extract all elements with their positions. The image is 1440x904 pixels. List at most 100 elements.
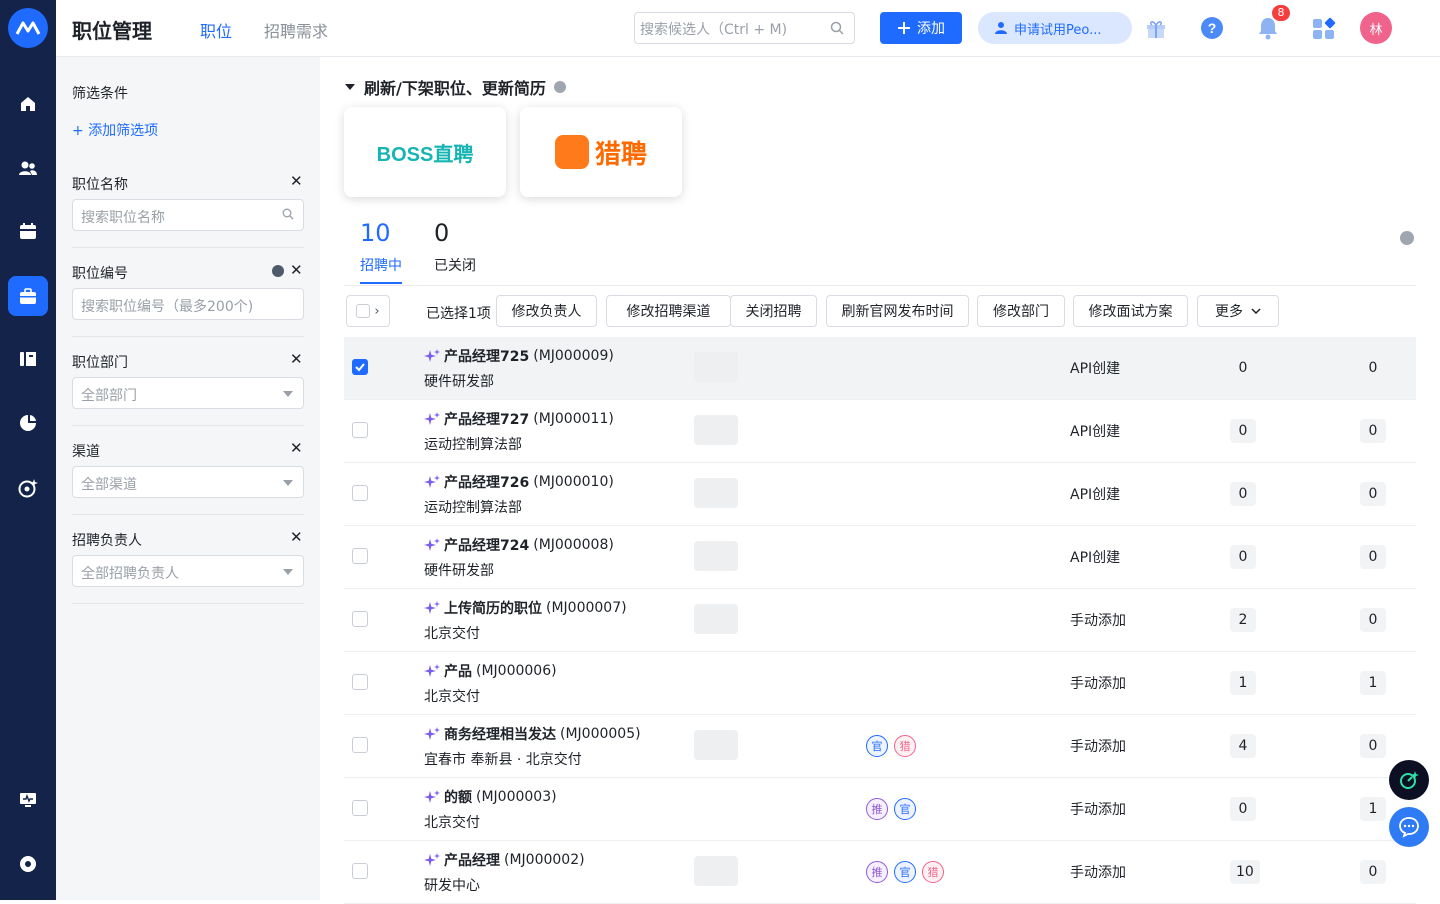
tab-jobs[interactable]: 职位 [200, 18, 232, 42]
channel-select[interactable]: 全部渠道 [72, 466, 304, 498]
table-row[interactable]: 产品经理 (MJ000002) 研发中心 推官猎 手动添加 10 0 [344, 841, 1416, 904]
job-code-search-input[interactable]: 搜索职位编号（最多200个) [72, 288, 304, 320]
count-cell[interactable]: 0 [1230, 482, 1256, 506]
users-icon[interactable] [8, 148, 48, 188]
liepin-logo: 猎聘 [594, 139, 647, 170]
briefcase-icon[interactable] [8, 276, 48, 316]
section-header[interactable]: 刷新/下架职位、更新简历 [344, 75, 566, 99]
table-row[interactable]: 产品经理726 (MJ000010) 运动控制算法部 API创建 0 0 [344, 463, 1416, 526]
sparkle-icon [424, 601, 440, 614]
job-name-search-input[interactable]: 搜索职位名称 [72, 199, 304, 231]
app-logo[interactable] [8, 8, 48, 48]
row-checkbox[interactable] [352, 359, 368, 375]
stat-open[interactable]: 10 招聘中 [360, 219, 402, 275]
table-row[interactable]: 产品经理725 (MJ000009) 硬件研发部 API创建 0 0 [344, 337, 1416, 400]
job-title[interactable]: 产品经理727 (MJ000011) [424, 409, 614, 429]
more-button[interactable]: 更多 [1197, 295, 1279, 327]
ai-target-icon[interactable] [8, 468, 48, 508]
count-cell[interactable]: 10 [1230, 860, 1260, 884]
job-title[interactable]: 产品 (MJ000006) [424, 661, 557, 681]
settings-icon[interactable] [1400, 231, 1414, 245]
row-checkbox[interactable] [352, 800, 368, 816]
owner-select[interactable]: 全部招聘负责人 [72, 555, 304, 587]
apps-grid-icon[interactable] [1312, 16, 1336, 40]
row-checkbox[interactable] [352, 548, 368, 564]
department-select[interactable]: 全部部门 [72, 377, 304, 409]
job-title[interactable]: 产品经理726 (MJ000010) [424, 472, 614, 492]
gift-icon[interactable] [1144, 16, 1168, 40]
change-owner-button[interactable]: 修改负责人 [496, 295, 597, 327]
change-interview-plan-button[interactable]: 修改面试方案 [1073, 295, 1188, 327]
channel-card-boss[interactable]: BOSS直聘 [344, 107, 506, 197]
remove-filter-icon[interactable]: ✕ [290, 172, 303, 190]
settings-icon[interactable] [8, 844, 48, 884]
job-title[interactable]: 的额 (MJ000003) [424, 787, 557, 807]
job-title[interactable]: 商务经理相当发达 (MJ000005) [424, 724, 641, 744]
remove-filter-icon[interactable]: ✕ [290, 528, 303, 546]
table-row[interactable]: 产品 (MJ000006) 北京交付 手动添加 1 1 [344, 652, 1416, 715]
ai-assistant-button[interactable] [1389, 760, 1429, 800]
add-filter-button[interactable]: + 添加筛选项 [72, 120, 158, 140]
count-cell[interactable]: 0 [1360, 545, 1386, 569]
help-icon[interactable]: ? [1200, 16, 1224, 40]
stat-closed[interactable]: 0 已关闭 [434, 219, 476, 275]
job-title[interactable]: 产品经理725 (MJ000009) [424, 346, 614, 366]
change-department-button[interactable]: 修改部门 [977, 295, 1065, 327]
chat-support-button[interactable] [1389, 807, 1429, 847]
count-cell[interactable]: 0 [1230, 797, 1256, 821]
tab-requirements[interactable]: 招聘需求 [264, 18, 328, 42]
side-nav [0, 0, 56, 900]
divider [72, 603, 304, 604]
remove-filter-icon[interactable]: ✕ [290, 350, 303, 368]
trial-button[interactable]: 申请试用Peo... [978, 12, 1132, 44]
count-cell[interactable]: 0 [1230, 419, 1256, 443]
count-cell[interactable]: 4 [1230, 734, 1256, 758]
candidate-search-input[interactable]: 搜索候选人（Ctrl + M) [634, 12, 855, 44]
calendar-icon[interactable] [8, 211, 48, 251]
channel-card-liepin[interactable]: 猎聘 [520, 107, 682, 197]
row-checkbox[interactable] [352, 863, 368, 879]
refresh-publish-time-button[interactable]: 刷新官网发布时间 [826, 295, 969, 327]
count-cell[interactable]: 0 [1360, 356, 1386, 380]
add-button[interactable]: 添加 [880, 12, 962, 44]
job-title[interactable]: 产品经理 (MJ000002) [424, 850, 585, 870]
change-channel-button[interactable]: 修改招聘渠道 [606, 295, 731, 327]
select-all-checkbox[interactable]: › [346, 295, 390, 327]
count-cell[interactable]: 0 [1360, 734, 1386, 758]
count-cell[interactable]: 0 [1360, 482, 1386, 506]
table-row[interactable]: 的额 (MJ000003) 北京交付 推官 手动添加 0 1 [344, 778, 1416, 841]
talent-icon[interactable] [8, 339, 48, 379]
table-row[interactable]: 产品经理727 (MJ000011) 运动控制算法部 API创建 0 0 [344, 400, 1416, 463]
row-checkbox[interactable] [352, 737, 368, 753]
row-checkbox[interactable] [352, 611, 368, 627]
monitor-icon[interactable] [8, 780, 48, 820]
avatar[interactable]: 林 [1360, 12, 1392, 44]
count-cell[interactable]: 0 [1230, 545, 1256, 569]
count-cell[interactable]: 0 [1360, 860, 1386, 884]
report-pie-icon[interactable] [8, 403, 48, 443]
table-row[interactable]: 产品经理724 (MJ000008) 硬件研发部 API创建 0 0 [344, 526, 1416, 589]
count-cell[interactable]: 2 [1230, 608, 1256, 632]
job-source: API创建 [1070, 487, 1121, 503]
row-checkbox[interactable] [352, 422, 368, 438]
count-cell[interactable]: 0 [1360, 419, 1386, 443]
channel-placeholder: 全部渠道 [81, 477, 137, 493]
count-cell[interactable]: 1 [1360, 797, 1386, 821]
count-cell[interactable]: 1 [1230, 671, 1256, 695]
job-title[interactable]: 产品经理724 (MJ000008) [424, 535, 614, 555]
row-checkbox[interactable] [352, 674, 368, 690]
count-cell[interactable]: 0 [1360, 608, 1386, 632]
table-row[interactable]: 商务经理相当发达 (MJ000005) 宜春市 奉新县 · 北京交付 官猎 手动… [344, 715, 1416, 778]
settings-icon[interactable] [272, 265, 284, 277]
remove-filter-icon[interactable]: ✕ [290, 261, 303, 279]
job-name: 商务经理相当发达 [444, 727, 556, 743]
table-row[interactable]: 上传简历的职位 (MJ000007) 北京交付 手动添加 2 0 [344, 589, 1416, 652]
remove-filter-icon[interactable]: ✕ [290, 439, 303, 457]
close-recruitment-button[interactable]: 关闭招聘 [730, 295, 817, 327]
job-title[interactable]: 上传简历的职位 (MJ000007) [424, 598, 627, 618]
home-icon[interactable] [8, 84, 48, 124]
chevron-down-icon [283, 480, 293, 486]
count-cell[interactable]: 1 [1360, 671, 1386, 695]
count-cell[interactable]: 0 [1230, 356, 1256, 380]
row-checkbox[interactable] [352, 485, 368, 501]
